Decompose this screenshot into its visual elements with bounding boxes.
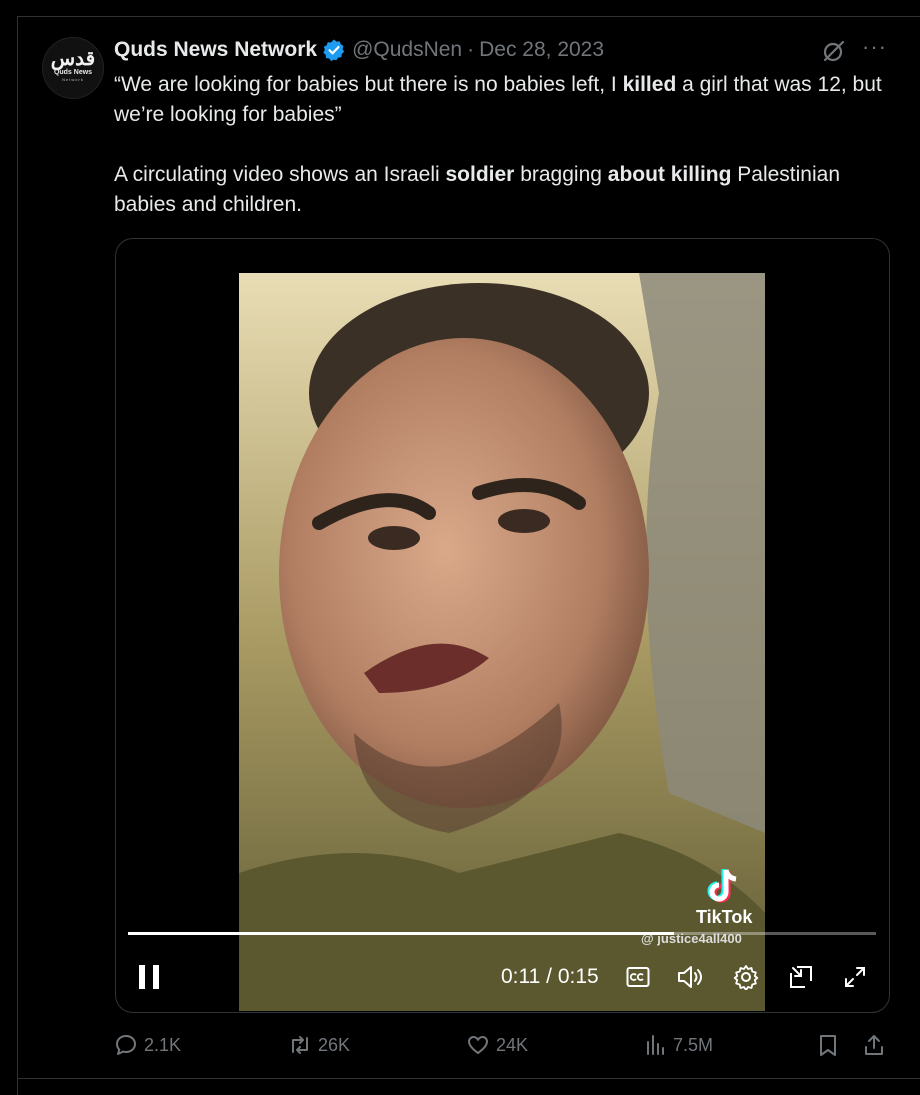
text-run-bold: about killing (607, 163, 732, 186)
avatar-arabic-text: قدس (50, 48, 96, 70)
captions-icon (626, 967, 650, 987)
post-header: Quds News Network @QudsNen · Dec 28, 202… (114, 36, 604, 64)
post-paragraph: A circulating video shows an Israeli sol… (114, 160, 894, 220)
avatar-name-text: Quds News (53, 69, 93, 76)
action-bar: 2.1K 26K 24K 7.5M (114, 1033, 894, 1061)
like-button[interactable]: 24K (466, 1033, 528, 1057)
heart-icon (468, 1036, 488, 1054)
pause-icon (139, 965, 159, 989)
text-run: “We are looking for babies but there is … (114, 73, 623, 96)
video-player[interactable]: TikTok @ justice4all400 0:11 / 0:15 (115, 238, 890, 1013)
share-button[interactable] (862, 1033, 892, 1057)
grok-icon[interactable] (821, 38, 847, 64)
author-handle[interactable]: @QudsNen (352, 38, 462, 62)
video-progress-bar[interactable] (128, 932, 876, 935)
video-time: 0:11 / 0:15 (501, 965, 599, 988)
author-name[interactable]: Quds News Network (114, 38, 317, 62)
pause-button[interactable] (136, 962, 162, 992)
avatar-sub-text: Network (62, 77, 84, 82)
post-paragraph: “We are looking for babies but there is … (114, 70, 894, 130)
picture-in-picture-button[interactable] (786, 962, 816, 992)
post-date[interactable]: Dec 28, 2023 (479, 38, 604, 62)
reply-icon (116, 1035, 136, 1055)
text-run: A circulating video shows an Israeli (114, 163, 446, 186)
gear-icon (733, 965, 759, 990)
repost-button[interactable]: 26K (288, 1033, 350, 1057)
views-count: 7.5M (673, 1034, 714, 1055)
bookmark-button[interactable] (816, 1033, 846, 1057)
divider (17, 1078, 920, 1079)
fullscreen-icon (845, 967, 865, 987)
volume-icon (678, 966, 702, 988)
video-still (239, 273, 765, 1011)
tiktok-logo-icon (707, 869, 737, 903)
verified-badge-icon[interactable] (322, 38, 346, 62)
video-frame[interactable] (239, 273, 765, 1011)
tiktok-watermark-name: TikTok (696, 907, 753, 927)
like-count: 24K (496, 1034, 529, 1055)
post-text: “We are looking for babies but there is … (114, 70, 894, 220)
video-progress-fill (128, 932, 675, 935)
settings-button[interactable] (731, 962, 761, 992)
separator-dot: · (467, 38, 475, 61)
text-run-bold: killed (622, 73, 677, 96)
captions-button[interactable] (623, 962, 653, 992)
text-run-bold: soldier (445, 163, 515, 186)
repost-count: 26K (318, 1034, 351, 1055)
views-icon (647, 1035, 664, 1055)
volume-button[interactable] (676, 962, 706, 992)
reply-button[interactable]: 2.1K (114, 1033, 181, 1057)
views-button[interactable]: 7.5M (643, 1033, 713, 1057)
bookmark-icon (820, 1035, 836, 1056)
more-options-icon[interactable]: ··· (862, 36, 888, 62)
picture-in-picture-icon (790, 966, 812, 988)
avatar[interactable]: قدس Quds News Network (42, 37, 104, 99)
reply-count: 2.1K (144, 1034, 182, 1055)
fullscreen-button[interactable] (840, 962, 870, 992)
repost-icon (292, 1036, 308, 1054)
text-run: bragging (514, 163, 608, 186)
share-icon (865, 1035, 883, 1055)
